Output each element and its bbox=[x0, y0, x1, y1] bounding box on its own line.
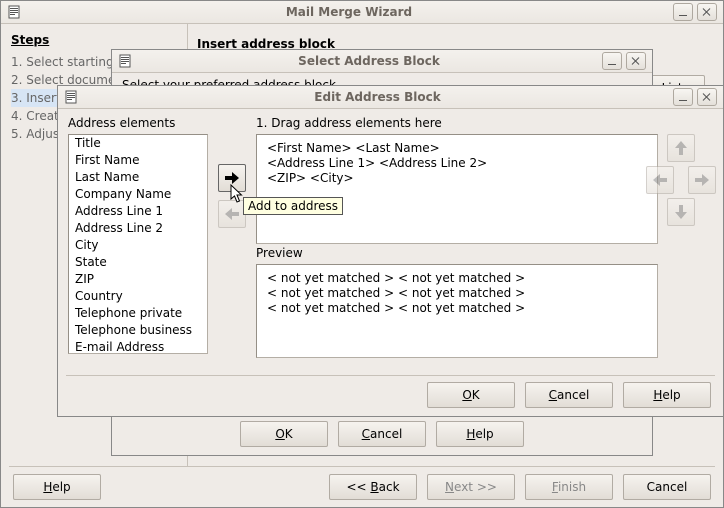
minimize-button[interactable] bbox=[673, 3, 693, 21]
wizard-titlebar: Mail Merge Wizard bbox=[1, 1, 723, 24]
move-down-button[interactable] bbox=[667, 198, 695, 226]
block-line: <Address Line 1> <Address Line 2> bbox=[267, 156, 647, 171]
ok-button[interactable]: OK bbox=[427, 382, 515, 408]
block-line: <First Name> <Last Name> bbox=[267, 141, 647, 156]
address-element-item[interactable]: Address Line 2 bbox=[69, 220, 207, 237]
edit-address-block-dialog: Edit Address Block Address elements Titl… bbox=[57, 85, 724, 417]
address-element-item[interactable]: First Name bbox=[69, 152, 207, 169]
cancel-button[interactable]: Cancel bbox=[623, 474, 711, 500]
move-left-button[interactable] bbox=[646, 166, 674, 194]
arrow-right-icon bbox=[224, 171, 240, 185]
minimize-button[interactable] bbox=[602, 52, 622, 70]
app-icon bbox=[7, 5, 21, 19]
preview-line: < not yet matched > < not yet matched > bbox=[267, 301, 647, 316]
minimize-button[interactable] bbox=[673, 88, 693, 106]
sab-title: Select Address Block bbox=[138, 54, 600, 68]
address-element-item[interactable]: Last Name bbox=[69, 169, 207, 186]
add-to-address-button[interactable] bbox=[218, 164, 246, 192]
app-icon bbox=[64, 90, 78, 104]
cancel-button[interactable]: Cancel bbox=[525, 382, 613, 408]
address-block-editor[interactable]: <First Name> <Last Name><Address Line 1>… bbox=[256, 134, 658, 244]
remove-from-address-button[interactable] bbox=[218, 200, 246, 228]
address-elements-list[interactable]: TitleFirst NameLast NameCompany NameAddr… bbox=[68, 134, 208, 354]
move-right-button[interactable] bbox=[688, 166, 716, 194]
close-button[interactable] bbox=[626, 52, 646, 70]
arrow-left-icon bbox=[652, 173, 668, 187]
preview-line: < not yet matched > < not yet matched > bbox=[267, 271, 647, 286]
move-up-button[interactable] bbox=[667, 134, 695, 162]
sab-titlebar: Select Address Block bbox=[112, 50, 652, 73]
arrow-left-icon bbox=[224, 207, 240, 221]
address-element-item[interactable]: City bbox=[69, 237, 207, 254]
next-button[interactable]: Next >> bbox=[427, 474, 515, 500]
wizard-title: Mail Merge Wizard bbox=[27, 5, 671, 19]
eab-titlebar: Edit Address Block bbox=[58, 86, 723, 109]
address-element-item[interactable]: Telephone private bbox=[69, 305, 207, 322]
close-button[interactable] bbox=[697, 88, 717, 106]
arrow-up-icon bbox=[674, 140, 688, 156]
address-element-item[interactable]: ZIP bbox=[69, 271, 207, 288]
ok-button[interactable]: OK bbox=[240, 421, 328, 447]
address-element-item[interactable]: Address Line 1 bbox=[69, 203, 207, 220]
drag-elements-label: 1. Drag address elements here bbox=[256, 116, 442, 130]
address-elements-label: Address elements bbox=[68, 116, 175, 130]
address-element-item[interactable]: Title bbox=[69, 135, 207, 152]
arrow-down-icon bbox=[674, 204, 688, 220]
close-button[interactable] bbox=[697, 3, 717, 21]
arrow-right-icon bbox=[694, 173, 710, 187]
address-element-item[interactable]: Country bbox=[69, 288, 207, 305]
tooltip: Add to address bbox=[243, 197, 343, 215]
help-button[interactable]: Help bbox=[623, 382, 711, 408]
preview-label: Preview bbox=[256, 246, 303, 260]
help-button[interactable]: Help bbox=[436, 421, 524, 447]
eab-title: Edit Address Block bbox=[84, 90, 671, 104]
address-element-item[interactable]: Company Name bbox=[69, 186, 207, 203]
back-button[interactable]: << Back bbox=[329, 474, 417, 500]
block-line: <ZIP> <City> bbox=[267, 171, 647, 186]
app-icon bbox=[118, 54, 132, 68]
address-element-item[interactable]: E-mail Address bbox=[69, 339, 207, 354]
preview-box: < not yet matched > < not yet matched ><… bbox=[256, 264, 658, 358]
help-button[interactable]: Help bbox=[13, 474, 101, 500]
address-element-item[interactable]: State bbox=[69, 254, 207, 271]
cancel-button[interactable]: Cancel bbox=[338, 421, 426, 447]
finish-button[interactable]: Finish bbox=[525, 474, 613, 500]
preview-line: < not yet matched > < not yet matched > bbox=[267, 286, 647, 301]
address-element-item[interactable]: Telephone business bbox=[69, 322, 207, 339]
